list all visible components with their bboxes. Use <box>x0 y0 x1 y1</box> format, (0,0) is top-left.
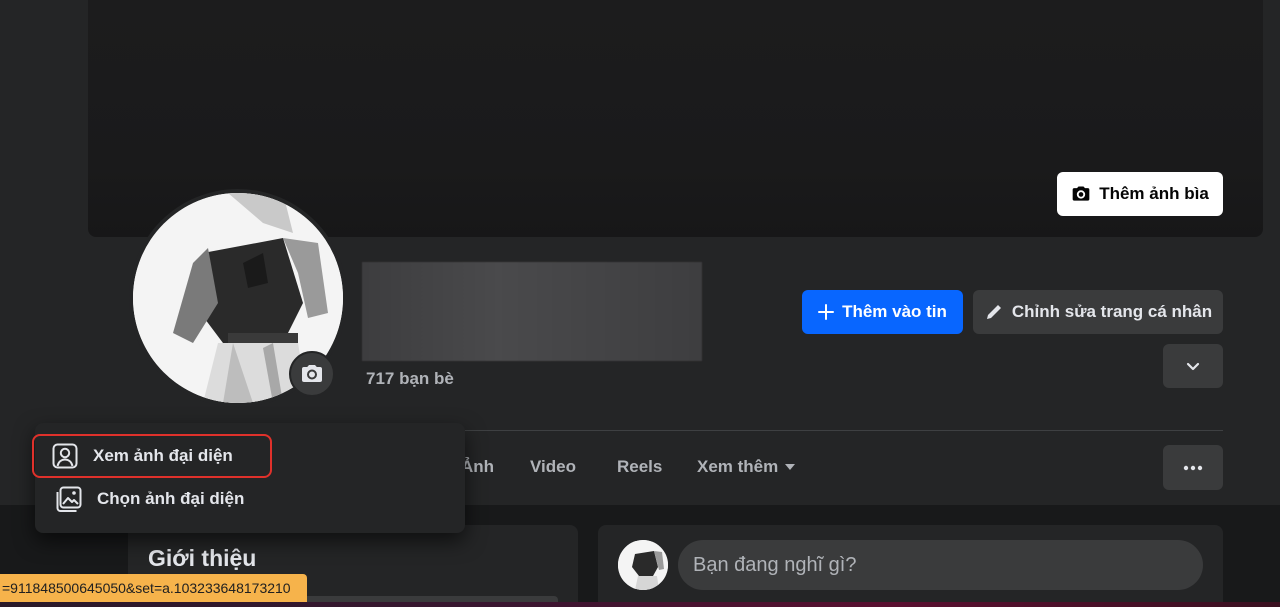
pencil-icon <box>986 305 1001 319</box>
whats-on-your-mind-input[interactable]: Bạn đang nghĩ gì? <box>678 540 1203 590</box>
composer-avatar[interactable] <box>618 540 668 590</box>
choose-profile-picture-label: Chọn ảnh đại diện <box>97 489 245 508</box>
ellipsis-icon <box>1183 465 1203 470</box>
plus-icon <box>818 304 835 320</box>
more-options-button[interactable] <box>1163 445 1223 490</box>
view-profile-picture-menu-item[interactable]: Xem ảnh đại diện <box>32 434 272 478</box>
camera-icon <box>1072 186 1090 201</box>
tab-reels[interactable]: Reels <box>617 457 662 477</box>
choose-profile-picture-menu-item[interactable]: Chọn ảnh đại diện <box>49 479 449 519</box>
intro-title: Giới thiệu <box>148 545 257 571</box>
add-cover-photo-label: Thêm ảnh bìa <box>1099 184 1209 203</box>
more-profile-options-button[interactable] <box>1163 344 1223 388</box>
profile-picture-menu: Xem ảnh đại diện Chọn ảnh đại diện <box>32 423 465 533</box>
tab-see-more-label: Xem thêm <box>697 457 779 476</box>
edit-profile-button[interactable]: Chỉnh sửa trang cá nhân <box>973 290 1223 334</box>
chevron-down-icon <box>1186 362 1200 371</box>
tab-photos[interactable]: Ảnh <box>461 457 494 477</box>
taskbar-edge <box>0 602 1280 607</box>
composer-avatar-image <box>618 540 668 590</box>
photo-icon <box>56 486 82 512</box>
update-profile-picture-button[interactable] <box>289 351 335 397</box>
friends-count[interactable]: 717 bạn bè <box>366 369 454 389</box>
tab-see-more[interactable]: Xem thêm <box>697 457 796 477</box>
tab-videos[interactable]: Video <box>530 457 576 477</box>
link-preview-status-bar: =911848500645050&set=a.103233648173210 <box>0 574 307 602</box>
add-to-story-label: Thêm vào tin <box>842 302 947 321</box>
caret-down-icon <box>785 464 796 470</box>
edit-profile-label: Chỉnh sửa trang cá nhân <box>1011 302 1213 321</box>
user-icon <box>52 443 78 469</box>
add-to-story-button[interactable]: Thêm vào tin <box>802 290 963 334</box>
view-profile-picture-label: Xem ảnh đại diện <box>93 446 233 465</box>
camera-icon <box>302 365 322 382</box>
profile-name-redacted <box>362 262 702 361</box>
add-cover-photo-button[interactable]: Thêm ảnh bìa <box>1057 172 1223 216</box>
